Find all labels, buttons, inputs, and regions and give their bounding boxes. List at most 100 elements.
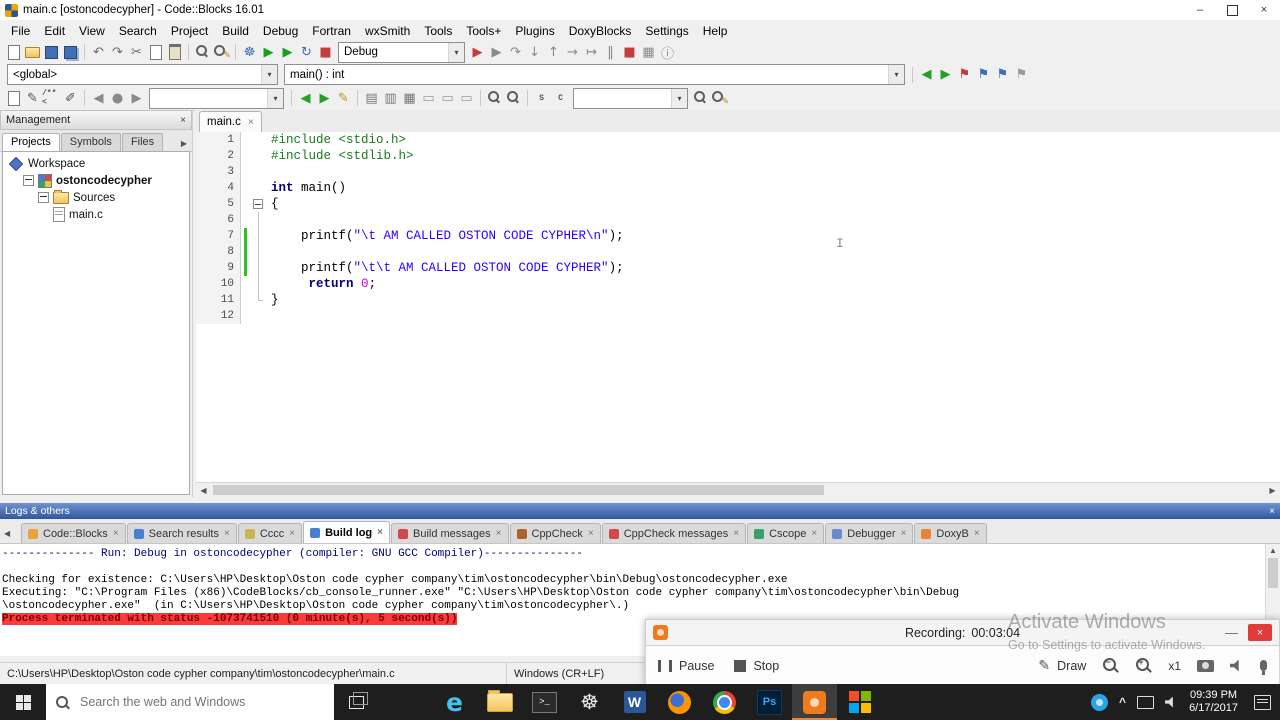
menu-tools[interactable]: Tools xyxy=(417,22,459,40)
code-line-3[interactable]: 3 xyxy=(196,164,1280,180)
log-tab-close-icon[interactable]: × xyxy=(289,528,295,539)
code-line-10[interactable]: 10 return 0; xyxy=(196,276,1280,292)
taskbar-file-explorer-button[interactable] xyxy=(477,684,522,720)
chevron-down-icon[interactable] xyxy=(671,88,687,108)
frame-2-icon[interactable]: ▭ xyxy=(438,89,457,107)
taskbar-command-prompt-button[interactable]: >_ xyxy=(522,684,567,720)
replace-icon[interactable] xyxy=(212,43,231,61)
next-line-icon[interactable]: ↷ xyxy=(506,43,525,61)
log-tab-close-icon[interactable]: × xyxy=(588,528,594,539)
code-line-8[interactable]: 8 xyxy=(196,244,1280,260)
hidden-icons-chevron-icon[interactable]: ^ xyxy=(1119,695,1126,709)
taskbar-edge-button[interactable]: e xyxy=(432,684,477,720)
log-tab-close-icon[interactable]: × xyxy=(733,528,739,539)
log-tab-close-icon[interactable]: × xyxy=(113,528,119,539)
editor-horizontal-scrollbar[interactable] xyxy=(196,482,1280,497)
log-tab-debugger[interactable]: Debugger × xyxy=(825,523,914,543)
jump-forward-icon[interactable]: ▶ xyxy=(315,89,334,107)
debugging-windows-icon[interactable]: ▦ xyxy=(639,43,658,61)
menu-search[interactable]: Search xyxy=(112,22,164,40)
doxy-block-comment-icon[interactable]: /**< xyxy=(42,89,61,107)
build-icon[interactable]: ☸ xyxy=(240,43,259,61)
microphone-icon[interactable] xyxy=(1260,660,1267,675)
menu-project[interactable]: Project xyxy=(164,22,215,40)
run-to-cursor-icon[interactable]: ▶ xyxy=(487,43,506,61)
zoom-in-icon[interactable]: + xyxy=(1135,657,1152,674)
log-tab-close-icon[interactable]: × xyxy=(901,528,907,539)
step-into-icon[interactable]: ↓ xyxy=(525,43,544,61)
log-tab-cccc[interactable]: Cccc × xyxy=(237,523,303,543)
zoom-out-icon[interactable]: − xyxy=(1102,657,1119,674)
network-tray-icon[interactable] xyxy=(1137,695,1155,709)
goto-next-function-icon[interactable]: ▶ xyxy=(936,66,955,84)
browse-back-icon[interactable]: ◀ xyxy=(89,89,108,107)
menu-fortran[interactable]: Fortran xyxy=(305,22,358,40)
find-icon[interactable] xyxy=(193,43,212,61)
code-line-2[interactable]: 2 #include <stdlib.h> xyxy=(196,148,1280,164)
log-tab-code-blocks[interactable]: Code::Blocks × xyxy=(21,523,126,543)
doxy-extract-icon[interactable] xyxy=(4,89,23,107)
management-close-button[interactable]: × xyxy=(180,115,186,126)
step-out-icon[interactable]: ↑ xyxy=(544,43,563,61)
code-line-12[interactable]: 12 xyxy=(196,308,1280,324)
collapse-box-icon[interactable] xyxy=(23,175,34,186)
menu-view[interactable]: View xyxy=(72,22,112,40)
cortana-tray-icon[interactable] xyxy=(1091,693,1109,711)
new-file-icon[interactable] xyxy=(4,43,23,61)
zoom-out-icon[interactable] xyxy=(485,89,504,107)
jump-back-icon[interactable]: ◀ xyxy=(296,89,315,107)
editor-tab-main-c[interactable]: main.c × xyxy=(199,111,262,132)
volume-tray-icon[interactable] xyxy=(1165,696,1173,708)
frame-1-icon[interactable]: ▭ xyxy=(419,89,438,107)
log-tab-close-icon[interactable]: × xyxy=(377,527,383,538)
tree-item-main-c[interactable]: main.c xyxy=(3,206,189,223)
goto-prev-function-icon[interactable]: ◀ xyxy=(917,66,936,84)
taskbar-clock[interactable]: 09:39 PM 6/17/2017 xyxy=(1189,689,1238,715)
build-target-combo[interactable]: Debug xyxy=(338,41,465,63)
chevron-down-icon[interactable] xyxy=(261,65,277,84)
cut-icon[interactable]: ✂ xyxy=(127,43,146,61)
style-s-icon[interactable]: S xyxy=(532,89,551,107)
browse-forward-icon[interactable]: ▶ xyxy=(127,89,146,107)
undo-icon[interactable]: ↶ xyxy=(89,43,108,61)
start-button[interactable] xyxy=(0,684,46,720)
log-tab-cppcheck[interactable]: CppCheck × xyxy=(509,523,601,543)
recorder-close-button[interactable]: × xyxy=(1248,624,1272,641)
chevron-down-icon[interactable] xyxy=(888,65,904,84)
menu-plugins[interactable]: Plugins xyxy=(508,22,561,40)
next-instruction-icon[interactable]: → xyxy=(563,43,582,61)
save-file-icon[interactable] xyxy=(42,43,61,61)
menu-wxsmith[interactable]: wxSmith xyxy=(358,22,417,40)
taskbar-chrome-button[interactable] xyxy=(702,684,747,720)
paste-icon[interactable] xyxy=(165,43,184,61)
editor-tab-close-icon[interactable]: × xyxy=(248,117,254,128)
taskbar-photoshop-button[interactable]: Ps xyxy=(747,684,792,720)
next-bookmark-icon[interactable]: ⚑ xyxy=(993,66,1012,84)
stop-button[interactable]: Stop xyxy=(734,659,779,673)
tabs-overflow-arrow-icon[interactable]: ▶ xyxy=(176,139,192,151)
style-c-icon[interactable]: C xyxy=(551,89,570,107)
code-line-1[interactable]: 1 #include <stdio.h> xyxy=(196,132,1280,148)
speaker-icon[interactable] xyxy=(1230,659,1239,672)
search-input[interactable] xyxy=(78,694,325,710)
fold-margin[interactable] xyxy=(251,196,265,212)
function-combo[interactable]: main() : int xyxy=(284,64,905,85)
log-tab-search-results[interactable]: Search results × xyxy=(126,523,237,543)
debug-continue-icon[interactable]: ▶ xyxy=(468,43,487,61)
align-box-2-icon[interactable]: ▥ xyxy=(381,89,400,107)
log-tabs-scroll-left-icon[interactable] xyxy=(2,529,20,543)
management-tab-symbols[interactable]: Symbols xyxy=(60,133,121,151)
debug-info-icon[interactable]: ⓘ xyxy=(658,43,677,62)
collapse-box-icon[interactable] xyxy=(38,192,49,203)
window-maximize-button[interactable] xyxy=(1216,0,1248,20)
menu-doxyblocks[interactable]: DoxyBlocks xyxy=(562,22,639,40)
taskbar-settings-button[interactable]: ☸ xyxy=(567,684,612,720)
code-line-4[interactable]: 4 int main() xyxy=(196,180,1280,196)
redo-icon[interactable]: ↷ xyxy=(108,43,127,61)
management-tab-files[interactable]: Files xyxy=(121,133,164,151)
browse-marker-icon[interactable]: ● xyxy=(108,89,127,107)
log-tab-close-icon[interactable]: × xyxy=(811,528,817,539)
taskbar-recorder-button[interactable] xyxy=(792,684,837,720)
prev-bookmark-icon[interactable]: ⚑ xyxy=(974,66,993,84)
zoom-level[interactable]: x1 xyxy=(1168,659,1181,673)
